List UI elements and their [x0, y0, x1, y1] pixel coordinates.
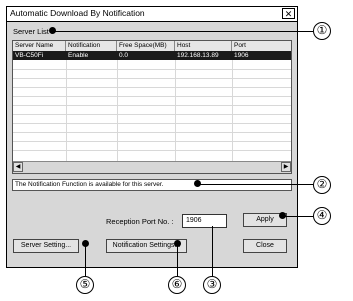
horizontal-scrollbar[interactable]: ◀ ▶ — [13, 161, 291, 173]
server-list-table[interactable]: Server Name Notification Free Space(MB) … — [12, 40, 292, 174]
grid-line — [13, 69, 291, 70]
grid-line — [13, 141, 291, 142]
close-button[interactable]: Close — [243, 239, 287, 253]
grid-line — [13, 123, 291, 124]
grid-line — [13, 96, 291, 97]
cell-notification: Enable — [68, 52, 89, 59]
callout-leader-line — [285, 216, 313, 217]
cell-port: 1906 — [234, 52, 249, 59]
scroll-left-icon[interactable]: ◀ — [13, 162, 23, 172]
grid-line — [13, 150, 291, 151]
grid-line — [175, 60, 176, 170]
grid-line — [66, 60, 67, 170]
close-window-button[interactable]: ✕ — [282, 8, 295, 19]
title-bar: Automatic Download By Notification ✕ — [7, 7, 297, 22]
grid-line — [13, 114, 291, 115]
callout-leader-line — [212, 226, 213, 276]
callout-5: ⑤ — [76, 276, 94, 294]
callout-3: ③ — [203, 276, 221, 294]
callout-leader-line — [55, 31, 313, 32]
status-message: The Notification Function is available f… — [12, 179, 292, 191]
scroll-right-icon[interactable]: ▶ — [281, 162, 291, 172]
grid-line — [13, 78, 291, 79]
grid-line — [117, 60, 118, 170]
server-setting-button[interactable]: Server Setting... — [13, 239, 79, 253]
grid-line — [232, 60, 233, 170]
cell-server-name: VB-C50Fi — [15, 52, 44, 59]
callout-leader-line — [177, 246, 178, 276]
column-header-notification[interactable]: Notification — [66, 41, 117, 51]
reception-port-input[interactable]: 1906 — [182, 214, 227, 228]
callout-6: ⑥ — [168, 276, 186, 294]
grid-line — [13, 132, 291, 133]
column-header-server-name[interactable]: Server Name — [13, 41, 66, 51]
callout-leader-line — [200, 184, 313, 185]
reception-port-label: Reception Port No. : — [106, 217, 174, 226]
grid-line — [13, 105, 291, 106]
column-header-free-space[interactable]: Free Space(MB) — [117, 41, 175, 51]
callout-leader-line — [85, 246, 86, 276]
column-header-port[interactable]: Port — [232, 41, 291, 51]
table-row[interactable]: VB-C50Fi Enable 0.0 192.168.13.89 1906 — [13, 51, 291, 60]
server-list-label: Server List : — [13, 27, 54, 36]
cell-free-space: 0.0 — [119, 52, 129, 59]
grid-line — [13, 87, 291, 88]
callout-4: ④ — [313, 207, 331, 225]
cell-host: 192.168.13.89 — [177, 52, 219, 59]
column-header-host[interactable]: Host — [175, 41, 232, 51]
callout-1: ① — [313, 22, 331, 40]
window-title: Automatic Download By Notification — [10, 8, 145, 18]
dialog-window: Automatic Download By Notification ✕ Ser… — [6, 6, 298, 268]
callout-2: ② — [313, 176, 331, 194]
